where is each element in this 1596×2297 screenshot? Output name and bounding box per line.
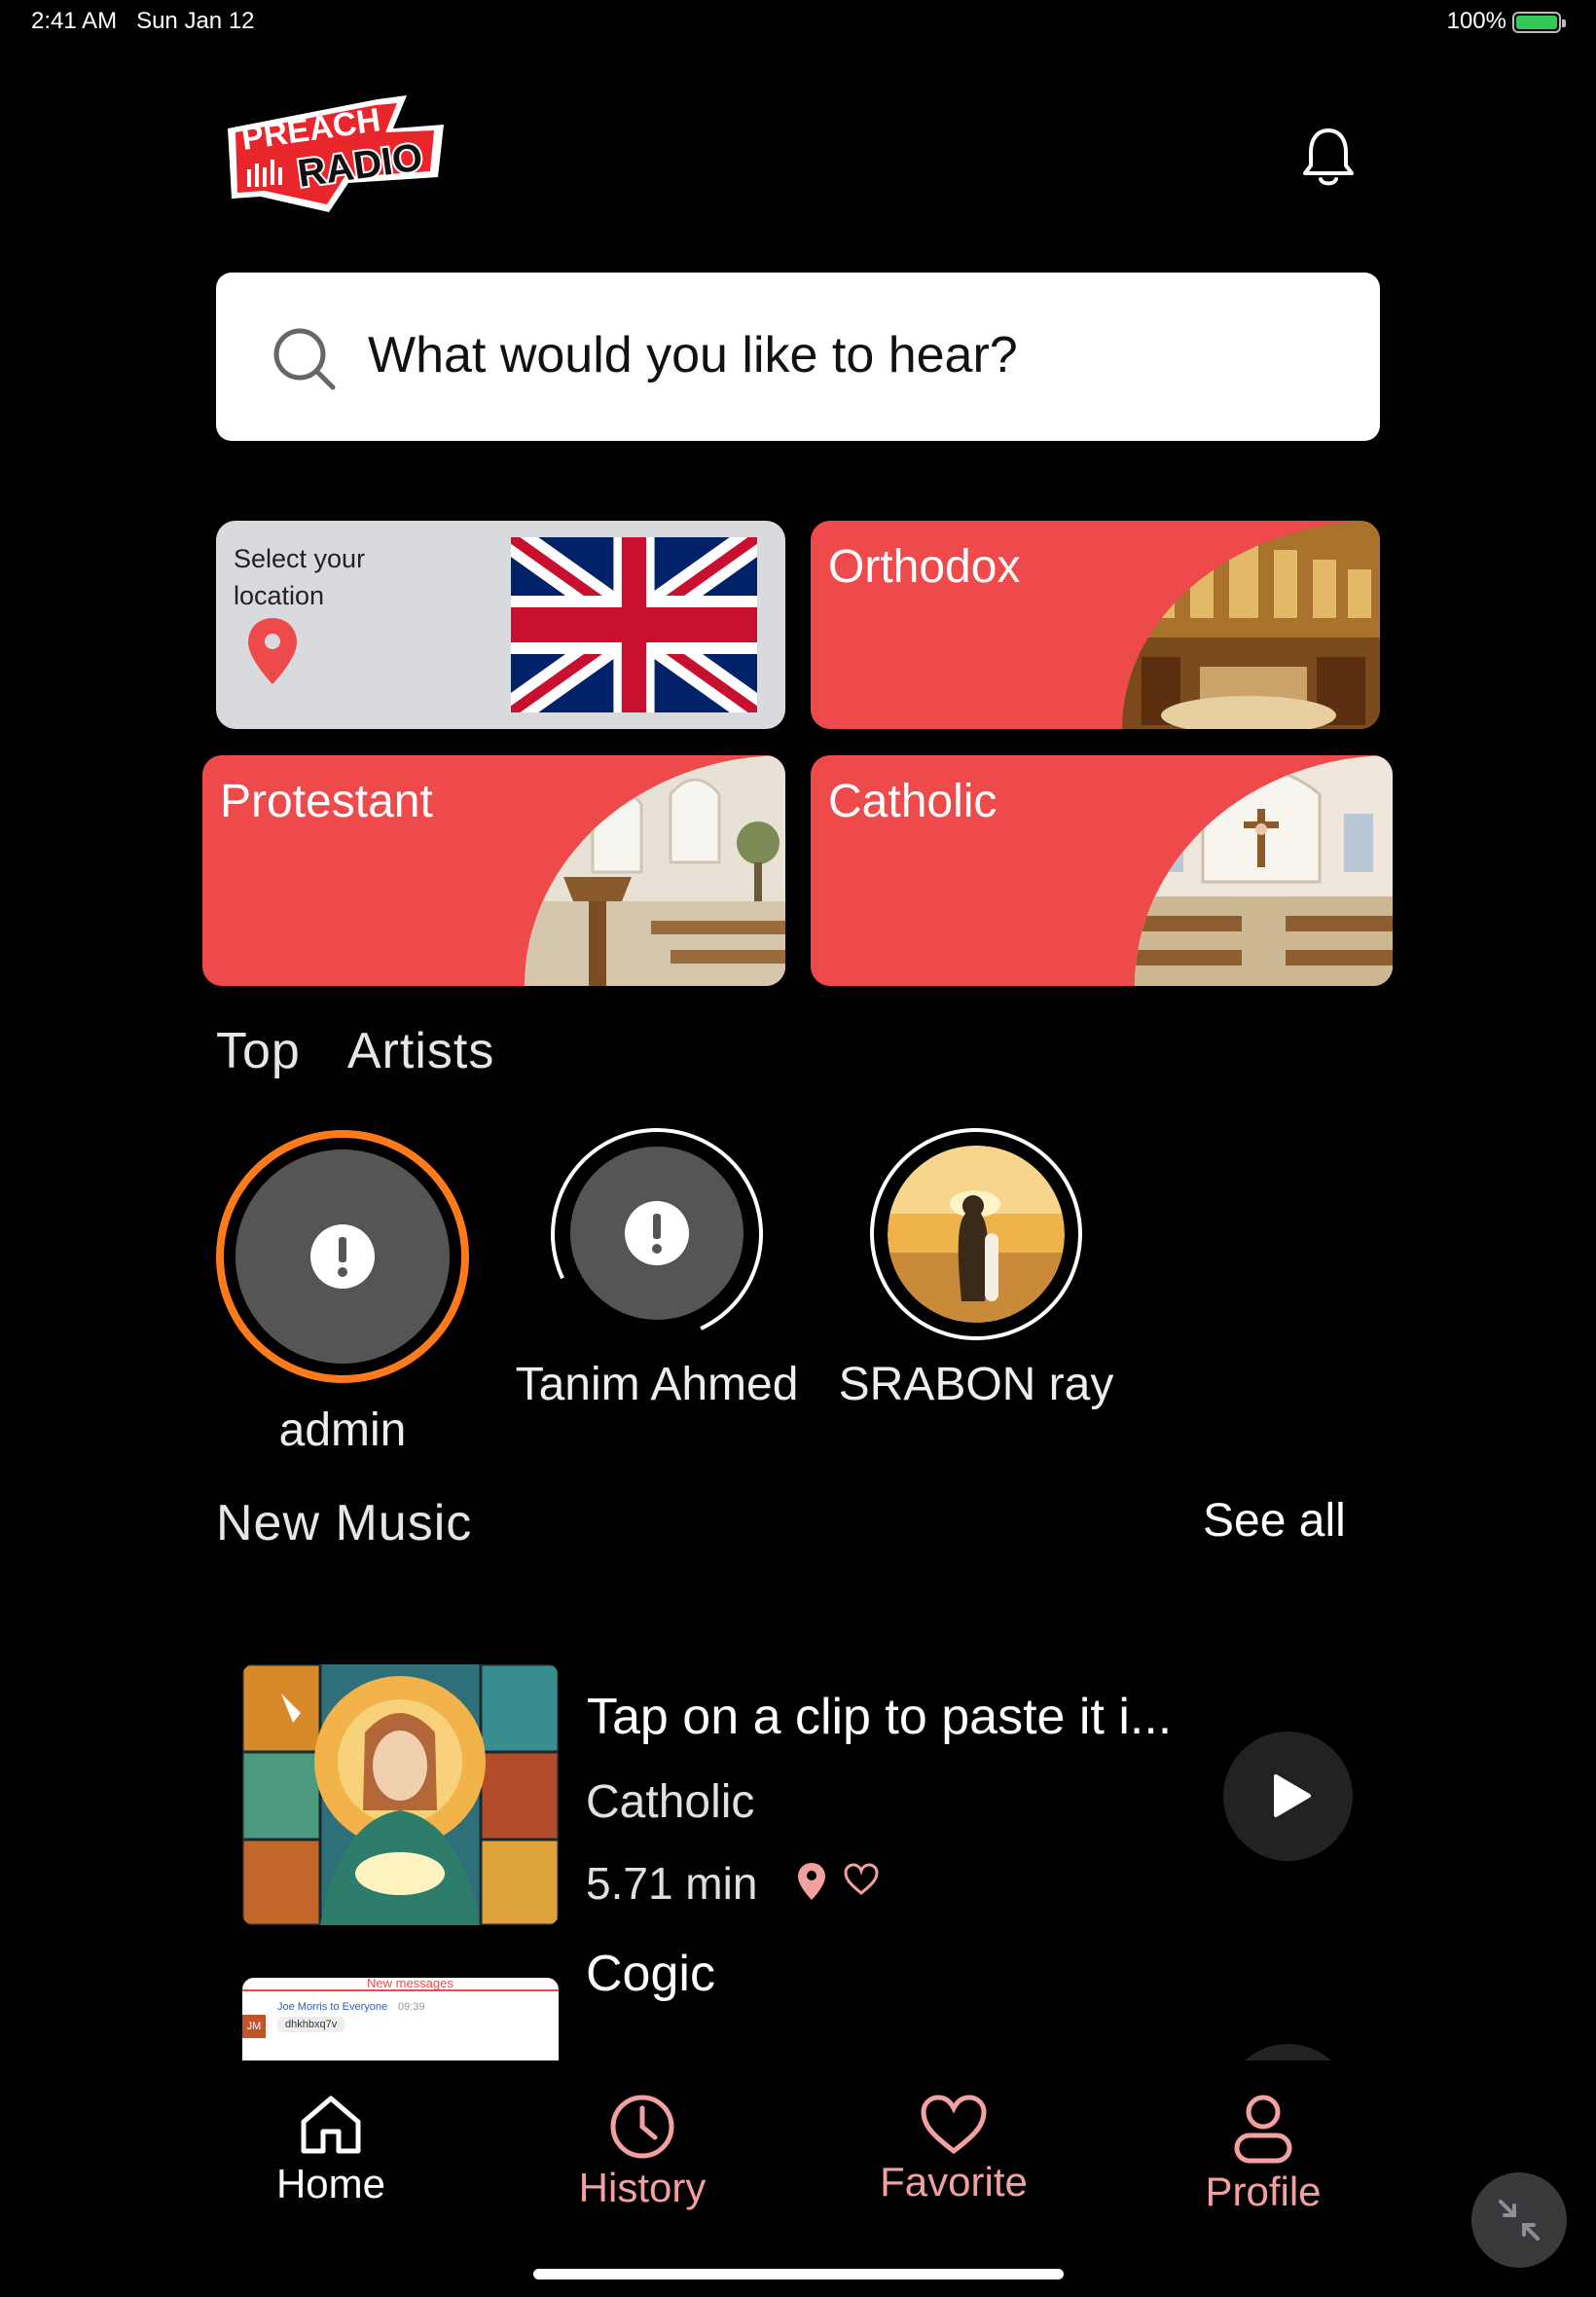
thumb-time-text: 09:39 [398, 2001, 425, 2013]
artist-name-srabon-ray: SRABON ray [838, 1359, 1114, 1410]
thumb-sender-text: Joe Morris to Everyone [277, 2001, 388, 2013]
nav-favorite-label: Favorite [880, 2159, 1028, 2205]
united-kingdom-flag [511, 537, 757, 712]
status-time: 2:41 AM Sun Jan 12 [31, 8, 255, 35]
song-title-1[interactable]: Tap on a clip to paste it i... [587, 1688, 1172, 1746]
artist-image-srabon-ray [888, 1146, 1065, 1323]
see-all-link[interactable]: See all [1203, 1494, 1346, 1548]
song-artwork-1[interactable] [242, 1664, 559, 1925]
nav-profile-label: Profile [1205, 2169, 1322, 2214]
location-selector-card[interactable]: Select your location [216, 521, 785, 729]
nav-history[interactable]: History [545, 2093, 740, 2211]
song-list-clip: New messages Joe Morris to Everyone 09:3… [0, 1937, 1596, 2060]
location-pin-icon [248, 618, 297, 684]
clock-icon [610, 2095, 674, 2159]
home-icon [301, 2096, 361, 2154]
search-bar[interactable]: What would you like to hear? [216, 273, 1380, 441]
nav-home[interactable]: Home [234, 2093, 428, 2207]
thumb-message-text: dhkhbxq7v [277, 2017, 345, 2032]
category-label-protestant: Protestant [220, 776, 433, 827]
category-card-catholic[interactable]: Catholic [811, 755, 1393, 986]
top-artists-title: Top Artists [216, 1023, 495, 1079]
error-icon [310, 1224, 375, 1289]
artist-avatar-admin[interactable] [216, 1130, 469, 1383]
artist-name-admin: admin [278, 1404, 407, 1456]
collapse-arrows-icon [1499, 2200, 1540, 2241]
thumb-header-text: New messages [367, 1978, 453, 1990]
battery-percent: 100% [1446, 8, 1506, 34]
status-time-text: 2:41 AM [31, 8, 118, 34]
category-label-catholic: Catholic [828, 776, 998, 827]
play-icon [1274, 1774, 1311, 1817]
song-artwork-2[interactable]: New messages Joe Morris to Everyone 09:3… [242, 1978, 559, 2060]
preach-radio-logo: PREACH RADIO [228, 95, 444, 212]
bell-icon[interactable] [1299, 125, 1358, 187]
home-indicator [533, 2269, 1064, 2279]
protestant-church-image [525, 755, 785, 986]
song-title-2[interactable]: Cogic [586, 1945, 715, 2003]
song-duration-1: 5.71 min [586, 1858, 758, 1909]
nav-history-label: History [578, 2165, 707, 2210]
heart-icon [921, 2095, 987, 2155]
error-icon [625, 1201, 689, 1265]
play-button[interactable] [1223, 1732, 1353, 1861]
user-icon [1234, 2095, 1292, 2164]
favorite-heart-icon[interactable] [843, 1863, 880, 1896]
search-icon [273, 328, 336, 390]
category-label-orthodox: Orthodox [828, 541, 1021, 593]
minimize-button[interactable] [1471, 2172, 1567, 2268]
song-category-1: Catholic [586, 1776, 755, 1828]
nav-home-label: Home [275, 2161, 386, 2206]
nav-profile[interactable]: Profile [1166, 2093, 1360, 2215]
new-music-title: New Music [216, 1495, 473, 1551]
battery-icon [1512, 12, 1566, 33]
nav-favorite[interactable]: Favorite [856, 2095, 1051, 2206]
artist-name-tanim-ahmed: Tanim Ahmed [515, 1359, 799, 1410]
artist-avatar-srabon-ray[interactable] [870, 1128, 1082, 1340]
search-input[interactable]: What would you like to hear? [368, 326, 1018, 384]
status-date-text: Sun Jan 12 [136, 8, 255, 34]
location-label: Select your location [234, 544, 366, 610]
catholic-church-image [1135, 755, 1393, 986]
orthodox-church-image [1122, 521, 1380, 729]
thumb-avatar: JM [242, 2015, 266, 2038]
location-pin-icon [798, 1863, 825, 1900]
category-card-protestant[interactable]: Protestant [202, 755, 785, 986]
category-card-orthodox[interactable]: Orthodox [811, 521, 1380, 729]
play-button-2[interactable] [1223, 2044, 1353, 2060]
